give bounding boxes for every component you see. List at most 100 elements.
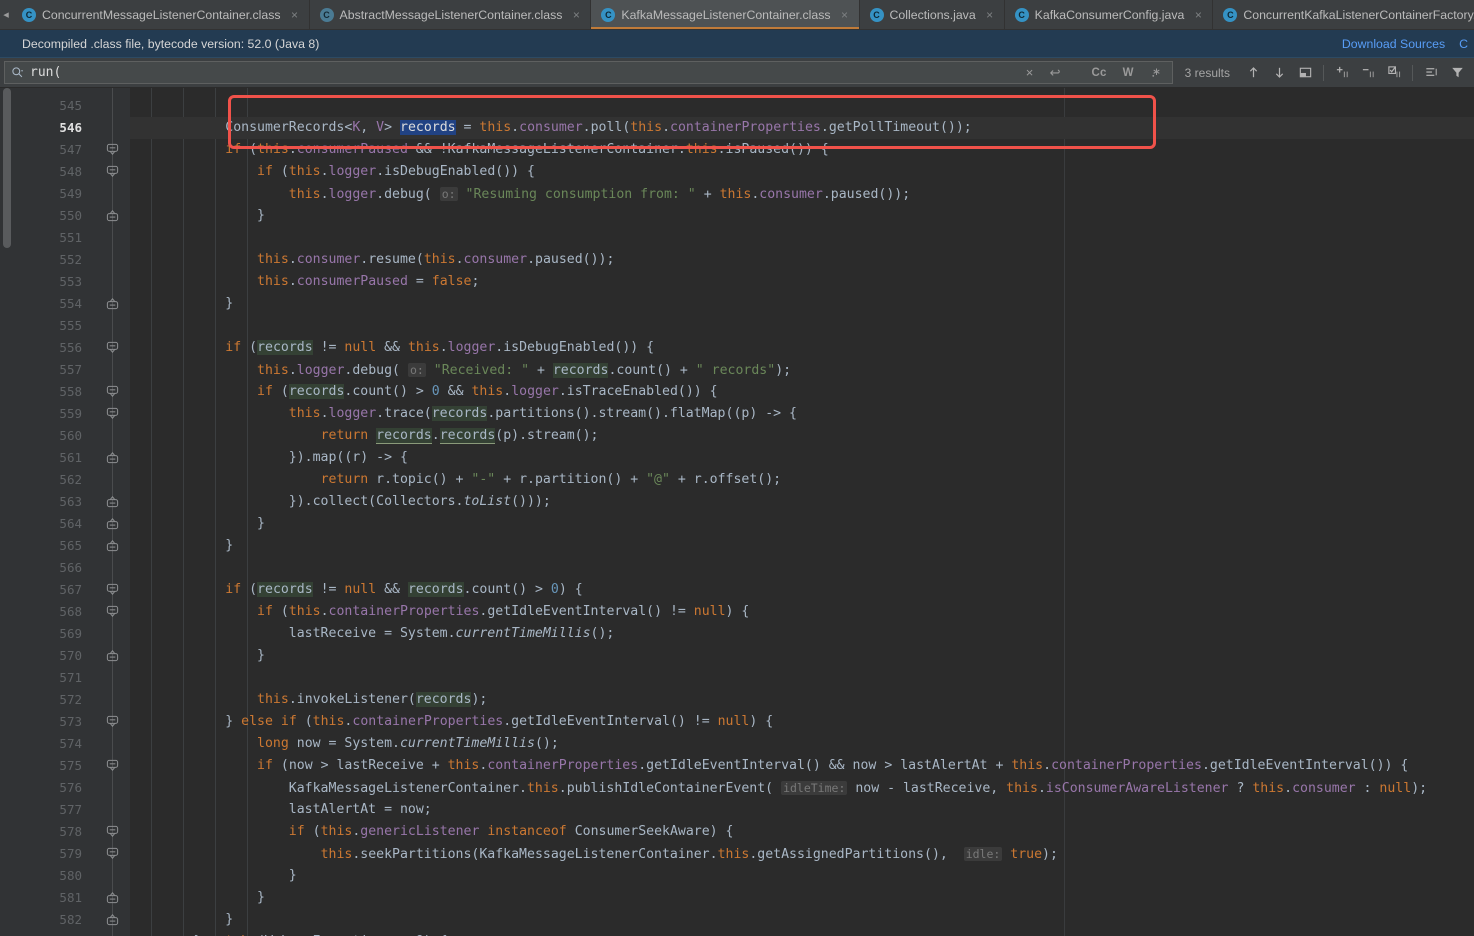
gutter-row[interactable]: 548 xyxy=(14,161,130,183)
code-line[interactable]: } xyxy=(130,205,1474,227)
match-case-toggle[interactable]: Cc xyxy=(1086,67,1111,79)
fold-expand-icon[interactable] xyxy=(106,583,119,596)
gutter-row[interactable]: 561 xyxy=(14,447,130,469)
editor-tab[interactable]: C Collections.java × xyxy=(860,0,1005,29)
select-all-occurrences-icon[interactable] xyxy=(1381,61,1407,85)
gutter-row[interactable]: 553 xyxy=(14,271,130,293)
fold-collapse-icon[interactable] xyxy=(106,495,119,508)
gutter-row[interactable]: 558 xyxy=(14,381,130,403)
fold-expand-icon[interactable] xyxy=(106,605,119,618)
add-occurrence-icon[interactable] xyxy=(1329,61,1355,85)
gutter-row[interactable]: 573 xyxy=(14,711,130,733)
gutter-row[interactable]: 559 xyxy=(14,403,130,425)
tab-close-icon[interactable]: × xyxy=(289,8,301,22)
new-line-icon[interactable] xyxy=(1418,61,1444,85)
fold-expand-icon[interactable] xyxy=(106,759,119,772)
fold-expand-icon[interactable] xyxy=(106,143,119,156)
gutter-row[interactable]: 554 xyxy=(14,293,130,315)
gutter-row[interactable]: 579 xyxy=(14,843,130,865)
gutter-row[interactable]: 555 xyxy=(14,315,130,337)
gutter-row[interactable]: 581 xyxy=(14,887,130,909)
search-clear-icon[interactable]: × xyxy=(1021,65,1039,80)
search-input[interactable]: run( × ↩ Cc W xyxy=(4,61,1173,84)
gutter-row[interactable]: 563 xyxy=(14,491,130,513)
gutter-row[interactable]: 567 xyxy=(14,579,130,601)
gutter-row[interactable]: 574 xyxy=(14,733,130,755)
choose-sources-link[interactable]: C xyxy=(1459,37,1468,51)
fold-collapse-icon[interactable] xyxy=(106,913,119,926)
code-content[interactable]: ConsumerRecords<K, V> records = this.con… xyxy=(130,88,1474,936)
tab-close-icon[interactable]: × xyxy=(839,8,851,22)
gutter-row[interactable]: 572 xyxy=(14,689,130,711)
previous-occurrence-icon[interactable] xyxy=(1240,61,1266,85)
code-line[interactable]: if (records != null && this.logger.isDeb… xyxy=(130,337,1474,359)
code-editor[interactable]: 545 546 547 548 549 550 551 552 553 554 555 556 557 5… xyxy=(0,88,1474,936)
code-line[interactable]: if (records.count() > 0 && this.logger.i… xyxy=(130,381,1474,403)
code-line[interactable]: if (records != null && records.count() >… xyxy=(130,579,1474,601)
fold-collapse-icon[interactable] xyxy=(106,451,119,464)
gutter-row[interactable]: 577 xyxy=(14,799,130,821)
regex-toggle[interactable] xyxy=(1145,66,1168,79)
gutter-row[interactable]: 570 xyxy=(14,645,130,667)
code-line[interactable] xyxy=(130,557,1474,579)
editor-tab[interactable]: C AbstractMessageListenerContainer.class × xyxy=(310,0,592,29)
gutter-row[interactable]: 547 xyxy=(14,139,130,161)
gutter-row[interactable]: 575 xyxy=(14,755,130,777)
editor-tab[interactable]: C ConcurrentKafkaListenerContainerFactory… xyxy=(1213,0,1474,29)
code-line[interactable]: ConsumerRecords<K, V> records = this.con… xyxy=(130,117,1474,139)
code-line[interactable]: } xyxy=(130,513,1474,535)
gutter-row[interactable]: 556 xyxy=(14,337,130,359)
editor-tab[interactable]: C KafkaConsumerConfig.java × xyxy=(1005,0,1214,29)
gutter-row[interactable]: 562 xyxy=(14,469,130,491)
code-line[interactable]: this.logger.trace(records.partitions().s… xyxy=(130,403,1474,425)
code-line[interactable] xyxy=(130,95,1474,117)
code-line[interactable]: long now = System.currentTimeMillis(); xyxy=(130,733,1474,755)
code-line[interactable]: } catch (WakeupException var9) { xyxy=(130,931,1474,936)
gutter-row[interactable]: 583 xyxy=(14,931,130,936)
code-line[interactable]: if (this.containerProperties.getIdleEven… xyxy=(130,601,1474,623)
fold-collapse-icon[interactable] xyxy=(106,517,119,530)
code-line[interactable]: this.consumer.resume(this.consumer.pause… xyxy=(130,249,1474,271)
gutter-row[interactable]: 551 xyxy=(14,227,130,249)
code-line[interactable]: } xyxy=(130,645,1474,667)
code-line[interactable]: this.logger.debug( o: "Resuming consumpt… xyxy=(130,183,1474,205)
open-in-find-window-icon[interactable] xyxy=(1292,61,1318,85)
fold-expand-icon[interactable] xyxy=(106,385,119,398)
tab-close-icon[interactable]: × xyxy=(1192,8,1204,22)
code-line[interactable] xyxy=(130,667,1474,689)
gutter-row[interactable]: 580 xyxy=(14,865,130,887)
code-line[interactable]: } xyxy=(130,535,1474,557)
fold-expand-icon[interactable] xyxy=(106,825,119,838)
gutter-row[interactable]: 578 xyxy=(14,821,130,843)
code-line[interactable]: KafkaMessageListenerContainer.this.publi… xyxy=(130,777,1474,799)
gutter-row[interactable]: 569 xyxy=(14,623,130,645)
fold-expand-icon[interactable] xyxy=(106,407,119,420)
filter-icon[interactable] xyxy=(1444,61,1470,85)
gutter-row[interactable]: 557 xyxy=(14,359,130,381)
code-line[interactable]: }).collect(Collectors.toList())); xyxy=(130,491,1474,513)
words-toggle[interactable]: W xyxy=(1118,67,1139,79)
gutter-row[interactable]: 566 xyxy=(14,557,130,579)
fold-collapse-icon[interactable] xyxy=(106,649,119,662)
gutter-row[interactable]: 571 xyxy=(14,667,130,689)
tab-close-icon[interactable]: × xyxy=(570,8,582,22)
gutter-row[interactable]: 582 xyxy=(14,909,130,931)
code-line[interactable] xyxy=(130,315,1474,337)
code-line[interactable]: }).map((r) -> { xyxy=(130,447,1474,469)
code-line[interactable]: if (this.genericListener instanceof Cons… xyxy=(130,821,1474,843)
fold-collapse-icon[interactable] xyxy=(106,539,119,552)
gutter-row[interactable]: 576 xyxy=(14,777,130,799)
search-input-value[interactable]: run( xyxy=(30,65,1015,80)
code-line[interactable]: } xyxy=(130,293,1474,315)
download-sources-link[interactable]: Download Sources xyxy=(1342,37,1445,51)
code-line[interactable]: this.logger.debug( o: "Received: " + rec… xyxy=(130,359,1474,381)
gutter-row[interactable]: 568 xyxy=(14,601,130,623)
code-line[interactable]: lastReceive = System.currentTimeMillis()… xyxy=(130,623,1474,645)
gutter-row[interactable]: 565 xyxy=(14,535,130,557)
editor-gutter[interactable]: 545 546 547 548 549 550 551 552 553 554 555 556 557 5… xyxy=(14,88,130,936)
code-line[interactable]: return records.records(p).stream(); xyxy=(130,425,1474,447)
code-line[interactable]: } else if (this.containerProperties.getI… xyxy=(130,711,1474,733)
gutter-row[interactable]: 560 xyxy=(14,425,130,447)
fold-expand-icon[interactable] xyxy=(106,165,119,178)
code-line[interactable]: lastAlertAt = now; xyxy=(130,799,1474,821)
